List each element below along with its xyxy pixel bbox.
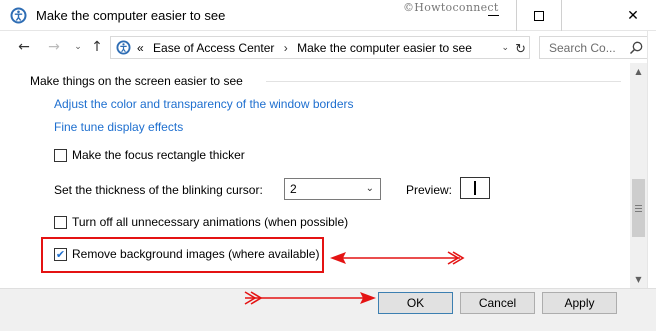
animations-option[interactable]: Turn off all unnecessary animations (whe… (54, 214, 348, 230)
cursor-thickness-label: Set the thickness of the blinking cursor… (54, 183, 263, 197)
thumb-grip-line (635, 211, 642, 212)
refresh-icon[interactable]: ↻ (515, 42, 526, 57)
maximize-icon (534, 10, 544, 21)
preview-label: Preview: (406, 183, 453, 197)
section-heading: Make things on the screen easier to see (30, 74, 243, 88)
scroll-down-arrow-icon[interactable]: ▼ (630, 271, 647, 288)
text-cursor-icon (474, 181, 476, 195)
focus-rectangle-option[interactable]: Make the focus rectangle thicker (54, 147, 245, 163)
close-icon: ✕ (627, 7, 639, 24)
window-title: Make the computer easier to see (36, 8, 226, 23)
forward-arrow-icon[interactable]: → (44, 37, 64, 57)
chevron-down-icon: ⌄ (365, 183, 374, 194)
minimize-button[interactable] (470, 0, 516, 31)
annotation-arrow-icon (244, 291, 376, 305)
cursor-preview (460, 177, 490, 199)
apply-button[interactable]: Apply (542, 292, 617, 314)
cancel-button[interactable]: Cancel (460, 292, 535, 314)
recent-locations-chevron-icon[interactable]: ⌄ (68, 37, 88, 57)
control-panel-icon (10, 7, 27, 24)
maximize-button[interactable] (516, 0, 562, 31)
breadcrumb-make-computer-easier-to-see[interactable]: Make the computer easier to see (297, 41, 472, 55)
annotation-highlight-box (41, 237, 324, 273)
focus-rectangle-checkbox[interactable] (54, 148, 67, 162)
up-arrow-icon[interactable]: ↑ (87, 37, 107, 57)
address-bar[interactable]: « Ease of Access Center › Make the compu… (110, 36, 530, 59)
breadcrumb-ease-of-access-center[interactable]: Ease of Access Center (153, 41, 274, 55)
navigation-bar: ← → ⌄ ↑ « Ease of Access Center › Make t… (0, 31, 656, 63)
breadcrumb: « Ease of Access Center › Make the compu… (137, 41, 472, 55)
address-dropdown-chevron-icon[interactable]: ⌄ (501, 43, 509, 53)
back-arrow-icon[interactable]: ← (14, 37, 34, 57)
title-bar: Make the computer easier to see ©Howtoco… (0, 0, 656, 31)
search-input[interactable] (549, 41, 623, 55)
close-button[interactable]: ✕ (610, 0, 656, 31)
breadcrumb-separator-icon: › (283, 41, 288, 55)
fine-tune-display-effects-link[interactable]: Fine tune display effects (54, 120, 183, 134)
cursor-thickness-value: 2 (290, 182, 297, 196)
animations-label: Turn off all unnecessary animations (whe… (72, 215, 349, 229)
cursor-thickness-select[interactable]: 2 ⌄ (284, 178, 381, 200)
ok-button[interactable]: OK (378, 292, 453, 314)
scrollbar-thumb[interactable] (632, 179, 645, 237)
scroll-up-arrow-icon[interactable]: ▲ (630, 63, 647, 80)
window-right-edge (647, 31, 656, 331)
minimize-icon (487, 15, 499, 16)
section-divider (266, 81, 621, 82)
thumb-grip-line (635, 205, 642, 206)
search-box[interactable] (539, 36, 648, 59)
annotation-arrow-icon (330, 251, 465, 265)
search-icon[interactable] (628, 40, 644, 56)
adjust-window-borders-link[interactable]: Adjust the color and transparency of the… (54, 97, 354, 111)
breadcrumb-overflow[interactable]: « (137, 41, 144, 55)
focus-rectangle-label: Make the focus rectangle thicker (72, 148, 245, 162)
thumb-grip-line (635, 208, 642, 209)
control-panel-icon (116, 40, 131, 55)
vertical-scrollbar[interactable]: ▲ ▼ (630, 63, 647, 288)
animations-checkbox[interactable] (54, 215, 67, 229)
